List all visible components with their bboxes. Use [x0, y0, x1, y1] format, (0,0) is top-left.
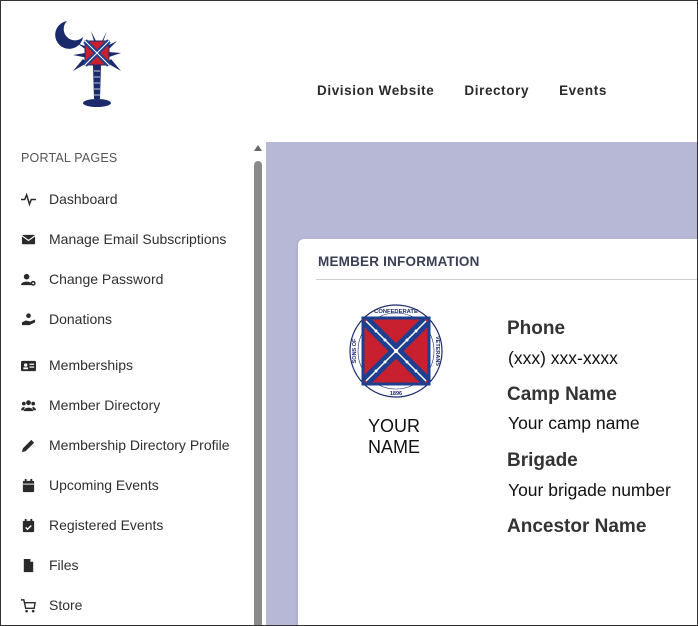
card-title: MEMBER INFORMATION: [318, 254, 480, 269]
calendar-icon: [21, 477, 43, 493]
ancestor-name-label: Ancestor Name: [507, 516, 647, 537]
scroll-thumb[interactable]: [254, 161, 262, 625]
camp-name-value: Your camp name: [508, 413, 640, 433]
users-icon: [21, 397, 43, 413]
sidebar-item-files[interactable]: Files: [21, 557, 79, 573]
sidebar-item-label: Dashboard: [49, 191, 118, 207]
palmetto-logo-icon: [55, 21, 121, 107]
user-gear-icon: [21, 271, 43, 287]
member-name-line-1: YOUR: [367, 416, 420, 436]
hand-holding-icon: [21, 311, 43, 327]
sidebar-item-store[interactable]: Store: [21, 597, 82, 613]
sidebar-item-label: Store: [49, 597, 83, 613]
envelope-icon: [21, 231, 43, 247]
scv-emblem: CONFEDERATE 1896 SONS OF VETERANS: [346, 302, 446, 400]
pulse-icon: [21, 191, 43, 207]
sidebar-item-member-directory[interactable]: Member Directory: [21, 397, 160, 413]
sidebar: PORTAL PAGES Dashboard Manage Email Subs…: [1, 141, 265, 625]
member-information-card: MEMBER INFORMATION CONFEDERATE 1896 SONS…: [298, 239, 697, 625]
sidebar-item-registered-events[interactable]: Registered Events: [21, 517, 163, 533]
cart-icon: [21, 597, 43, 613]
brigade-label: Brigade: [507, 450, 578, 471]
card-divider: [316, 279, 697, 280]
scv-emblem-icon: CONFEDERATE 1896 SONS OF VETERANS: [349, 304, 443, 398]
id-card-icon: [21, 357, 43, 373]
phone-label: Phone: [507, 318, 566, 339]
sidebar-item-label: Upcoming Events: [49, 477, 159, 493]
emblem-text-left: SONS OF: [352, 338, 358, 363]
phone-value: (xxx) xxx-xxxx: [508, 348, 618, 368]
sidebar-item-label: Memberships: [49, 357, 134, 373]
pencil-icon: [21, 437, 43, 453]
sidebar-item-memberships[interactable]: Memberships: [21, 357, 133, 373]
sidebar-item-label: Member Directory: [49, 397, 161, 413]
brigade-value: Your brigade number: [508, 480, 671, 500]
nav-directory[interactable]: Directory: [464, 83, 529, 98]
member-name-line-2: NAME: [367, 437, 420, 457]
sidebar-item-label: Manage Email Subscriptions: [49, 231, 227, 247]
file-icon: [21, 557, 43, 573]
sidebar-item-label: Change Password: [49, 271, 164, 287]
top-nav: Division Website Directory Events: [317, 83, 637, 98]
calendar-check-icon: [21, 517, 43, 533]
sidebar-item-change-password[interactable]: Change Password: [21, 271, 163, 287]
sidebar-item-label: Membership Directory Profile: [49, 437, 230, 453]
emblem-text-bottom: 1896: [390, 391, 402, 397]
emblem-text-right: VETERANS: [434, 336, 440, 366]
sidebar-item-upcoming-events[interactable]: Upcoming Events: [21, 477, 159, 493]
emblem-text-top: CONFEDERATE: [374, 309, 418, 315]
sidebar-item-manage-email-subscriptions[interactable]: Manage Email Subscriptions: [21, 231, 226, 247]
sidebar-scrollbar[interactable]: [253, 145, 263, 625]
scroll-up-arrow-icon[interactable]: [254, 145, 262, 151]
camp-name-label: Camp Name: [507, 384, 617, 405]
sidebar-item-label: Registered Events: [49, 517, 164, 533]
nav-events[interactable]: Events: [559, 83, 607, 98]
nav-division-website[interactable]: Division Website: [317, 83, 434, 98]
app-window: Division Website Directory Events PORTAL…: [0, 0, 698, 626]
sidebar-heading: PORTAL PAGES: [21, 151, 118, 165]
division-logo[interactable]: [53, 19, 123, 111]
sidebar-item-label: Donations: [49, 311, 113, 327]
sidebar-item-membership-directory-profile[interactable]: Membership Directory Profile: [21, 437, 230, 453]
sidebar-item-label: Files: [49, 557, 79, 573]
sidebar-item-dashboard[interactable]: Dashboard: [21, 191, 118, 207]
sidebar-item-donations[interactable]: Donations: [21, 311, 112, 327]
